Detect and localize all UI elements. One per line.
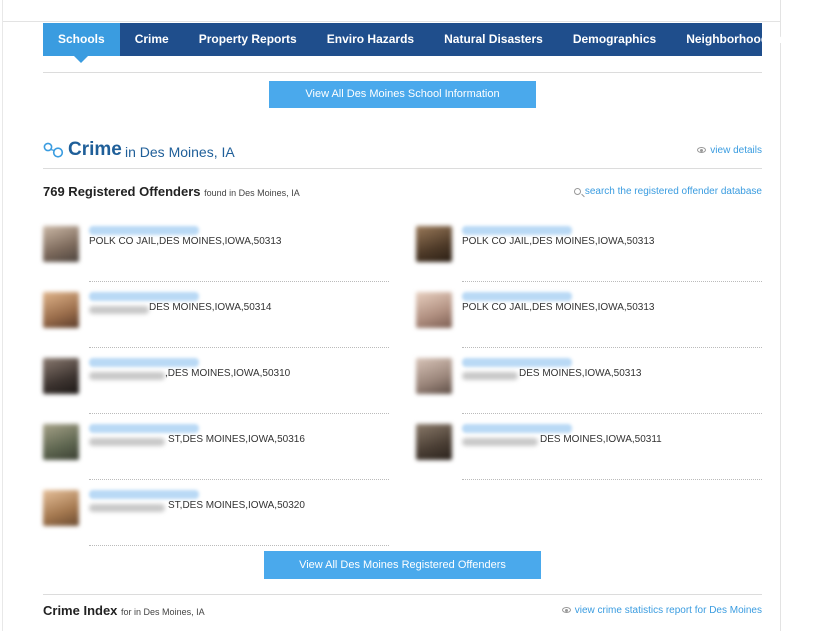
browser-top-edge [0, 0, 831, 22]
item-divider [89, 281, 389, 282]
crime-index-title: Crime Index [43, 603, 118, 618]
tab-property-reports[interactable]: Property Reports [184, 23, 312, 56]
offender-item[interactable]: POLK CO JAIL,DES MOINES,IOWA,50313 [43, 226, 389, 292]
offender-photo [416, 358, 452, 394]
offender-photo [43, 226, 79, 262]
offender-item[interactable]: POLK CO JAIL,DES MOINES,IOWA,50313 [416, 226, 762, 292]
tab-crime[interactable]: Crime [120, 23, 184, 56]
crime-location: in Des Moines, IA [125, 144, 235, 160]
offender-address-redacted [89, 438, 165, 446]
search-offender-database-link[interactable]: search the registered offender database [573, 186, 762, 197]
divider [43, 594, 762, 595]
offender-name-redacted [89, 292, 199, 301]
item-divider [462, 281, 762, 282]
offender-address: DES MOINES,IOWA,50313 [519, 368, 642, 379]
offender-name-redacted [89, 358, 199, 367]
crime-section-header: Crime in Des Moines, IA view details [43, 139, 762, 163]
offender-address: DES MOINES,IOWA,50314 [149, 302, 272, 313]
divider [43, 168, 762, 169]
offender-address-redacted [89, 504, 165, 512]
handcuffs-icon [43, 142, 64, 158]
offender-photo [43, 424, 79, 460]
offender-name-redacted [89, 424, 199, 433]
offender-name-redacted [462, 292, 572, 301]
offender-item[interactable]: DES MOINES,IOWA,50313 [416, 358, 762, 424]
offender-address-redacted [462, 372, 518, 380]
offender-item[interactable]: ST,DES MOINES,IOWA,50316 [43, 424, 389, 490]
tab-enviro-hazards[interactable]: Enviro Hazards [312, 23, 429, 56]
offender-name-redacted [89, 226, 199, 235]
offenders-found-text: found in Des Moines, IA [204, 188, 300, 198]
offender-photo [416, 226, 452, 262]
crime-title: Crime [68, 139, 122, 160]
offender-address: ,DES MOINES,IOWA,50310 [165, 368, 291, 379]
eye-icon [697, 147, 707, 154]
tab-natural-disasters[interactable]: Natural Disasters [429, 23, 558, 56]
offender-address-redacted [89, 306, 149, 314]
offender-item[interactable]: POLK CO JAIL,DES MOINES,IOWA,50313 [416, 292, 762, 358]
offender-item[interactable]: DES MOINES,IOWA,50314 [43, 292, 389, 358]
tab-neighborhood-info[interactable]: Neighborhood Info [671, 23, 808, 56]
offender-photo [43, 292, 79, 328]
offender-item[interactable]: ST,DES MOINES,IOWA,50320 [43, 490, 389, 556]
offender-name-redacted [462, 226, 572, 235]
offender-address: POLK CO JAIL,DES MOINES,IOWA,50313 [462, 236, 655, 247]
item-divider [89, 413, 389, 414]
tab-demographics[interactable]: Demographics [558, 23, 671, 56]
crime-index-heading: Crime Index for in Des Moines, IA [43, 603, 205, 618]
crime-index-subtitle: for in Des Moines, IA [121, 607, 205, 617]
offender-address: DES MOINES,IOWA,50311 [540, 434, 662, 445]
offender-photo [416, 424, 452, 460]
item-divider [89, 479, 389, 480]
view-all-schools-button[interactable]: View All Des Moines School Information [269, 81, 536, 108]
item-divider [462, 347, 762, 348]
item-divider [89, 347, 389, 348]
item-divider [462, 479, 762, 480]
view-details-link[interactable]: view details [697, 145, 762, 156]
page-right-gutter [780, 0, 831, 631]
offender-photo [43, 490, 79, 526]
offender-name-redacted [462, 424, 572, 433]
search-link-label: search the registered offender database [584, 186, 762, 197]
offender-address: POLK CO JAIL,DES MOINES,IOWA,50313 [89, 236, 282, 247]
section-tabs: Schools Crime Property Reports Enviro Ha… [43, 23, 794, 63]
page-left-edge [0, 0, 3, 631]
offender-address: POLK CO JAIL,DES MOINES,IOWA,50313 [462, 302, 655, 313]
offender-address-redacted [89, 372, 165, 380]
crime-report-label: view crime statistics report for Des Moi… [574, 605, 762, 616]
view-details-label: view details [710, 145, 762, 156]
offenders-heading: 769 Registered Offenders found in Des Mo… [43, 184, 300, 199]
view-all-offenders-button[interactable]: View All Des Moines Registered Offenders [264, 551, 541, 579]
item-divider [89, 545, 389, 546]
divider [43, 72, 762, 73]
search-icon [573, 187, 581, 195]
tab-schools[interactable]: Schools [43, 23, 120, 63]
offender-name-redacted [89, 490, 199, 499]
offender-photo [43, 358, 79, 394]
offender-item[interactable]: DES MOINES,IOWA,50311 [416, 424, 762, 490]
offenders-count: 769 Registered Offenders [43, 184, 201, 199]
offender-item[interactable]: ,DES MOINES,IOWA,50310 [43, 358, 389, 424]
offender-address-redacted [462, 438, 538, 446]
eye-icon [561, 607, 571, 614]
offender-name-redacted [462, 358, 572, 367]
offender-photo [416, 292, 452, 328]
crime-statistics-report-link[interactable]: view crime statistics report for Des Moi… [561, 605, 762, 616]
item-divider [462, 413, 762, 414]
offender-address: ST,DES MOINES,IOWA,50316 [168, 434, 305, 445]
offender-address: ST,DES MOINES,IOWA,50320 [168, 500, 305, 511]
